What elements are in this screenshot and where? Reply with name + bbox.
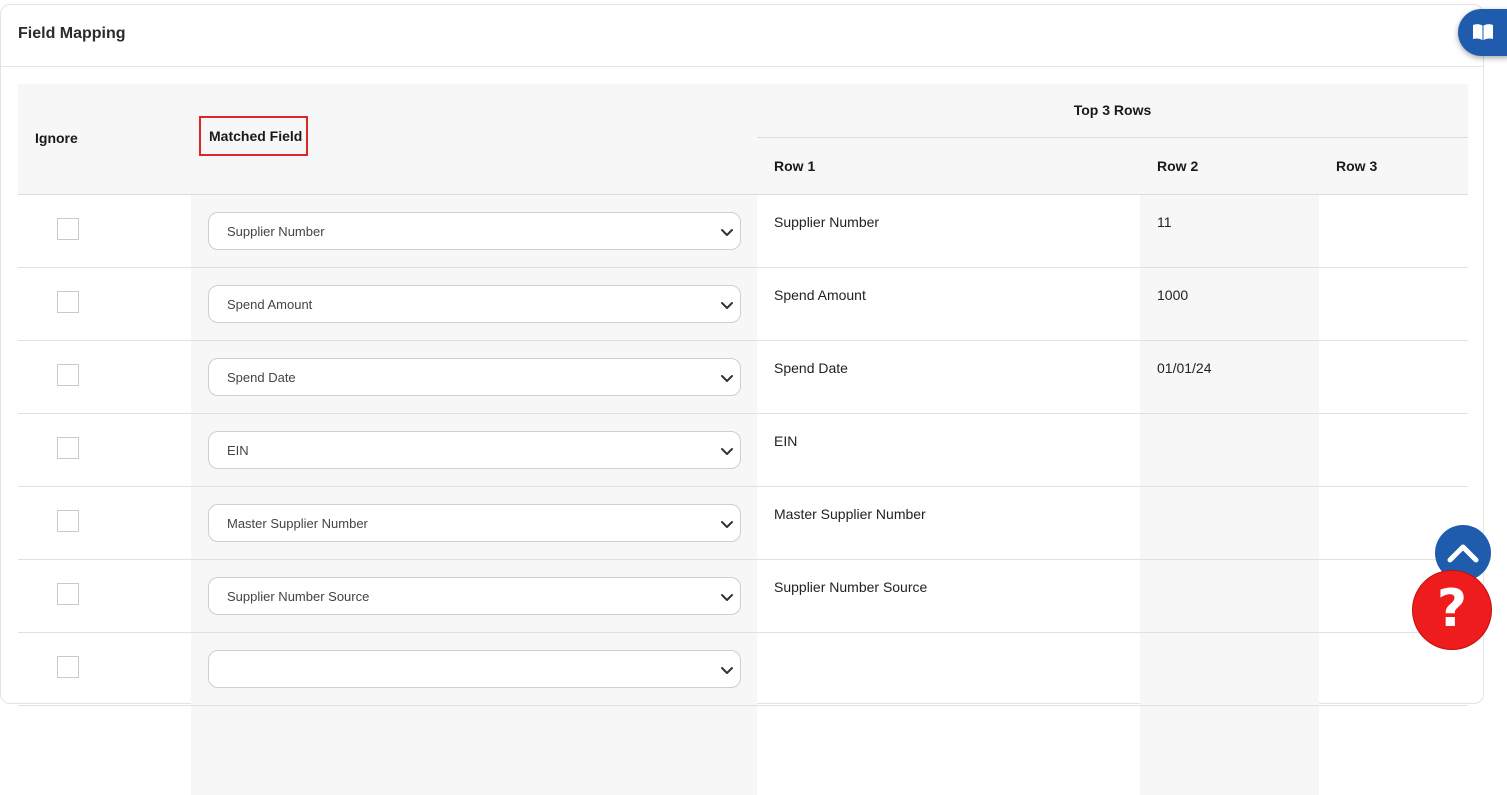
- table-row: Supplier Number Source Supplier Number So…: [18, 560, 1468, 633]
- matched-field-value: Spend Amount: [227, 297, 313, 312]
- field-mapping-table: Ignore Matched Field Top 3 Rows Row 1 Ro…: [18, 84, 1468, 795]
- matched-field-value: EIN: [227, 443, 249, 458]
- help-question-icon: ?: [1436, 579, 1468, 639]
- table-body: Supplier Number Supplier Number 11 Spend Am…: [18, 195, 1468, 795]
- row1-value: Master Supplier Number: [774, 506, 926, 522]
- header-row-3: Row 3: [1336, 158, 1378, 174]
- chevron-down-icon: [721, 667, 733, 674]
- table-row: EIN EIN: [18, 414, 1468, 487]
- ignore-checkbox[interactable]: [57, 437, 79, 459]
- chevron-down-icon: [721, 594, 733, 601]
- ignore-checkbox[interactable]: [57, 583, 79, 605]
- book-icon: [1473, 24, 1493, 40]
- header-ignore: Ignore: [35, 130, 78, 146]
- table-row: Spend Date Spend Date 01/01/24: [18, 341, 1468, 414]
- header-divider: [757, 137, 1468, 138]
- table-header: Ignore Matched Field Top 3 Rows Row 1 Ro…: [18, 84, 1468, 195]
- header-row-1: Row 1: [774, 158, 816, 174]
- ignore-checkbox[interactable]: [57, 291, 79, 313]
- table-row: Spend Amount Spend Amount 1000: [18, 268, 1468, 341]
- chevron-down-icon: [721, 302, 733, 309]
- matched-field-select[interactable]: Supplier Number Source: [208, 577, 741, 615]
- header-matched-field: Matched Field: [199, 116, 309, 156]
- matched-field-value: Spend Date: [227, 370, 296, 385]
- ignore-checkbox[interactable]: [57, 218, 79, 240]
- row2-value: 1000: [1157, 287, 1189, 303]
- table-row: Supplier Number Supplier Number 11: [18, 195, 1468, 268]
- field-mapping-panel: Field Mapping Ignore Matched Field Top 3…: [0, 4, 1484, 795]
- table-row: [18, 633, 1468, 706]
- header-row-2: Row 2: [1157, 158, 1199, 174]
- ignore-checkbox[interactable]: [57, 656, 79, 678]
- row1-value: Supplier Number: [774, 214, 880, 230]
- ignore-checkbox[interactable]: [57, 364, 79, 386]
- chevron-down-icon: [721, 375, 733, 382]
- matched-field-select[interactable]: Spend Date: [208, 358, 741, 396]
- matched-field-select[interactable]: Supplier Number: [208, 212, 741, 250]
- panel-title: Field Mapping: [18, 25, 126, 42]
- matched-field-value: Supplier Number: [227, 224, 325, 239]
- matched-field-select[interactable]: [208, 650, 741, 688]
- row1-value: EIN: [774, 433, 798, 449]
- row1-value: Supplier Number Source: [774, 579, 928, 595]
- panel-header: Field Mapping: [1, 5, 1483, 67]
- chevron-down-icon: [721, 448, 733, 455]
- matched-field-select[interactable]: EIN: [208, 431, 741, 469]
- row1-value: Spend Amount: [774, 287, 866, 303]
- table-row: Master Supplier Number Master Supplier Nu…: [18, 487, 1468, 560]
- chevron-down-icon: [721, 229, 733, 236]
- matched-field-select[interactable]: Spend Amount: [208, 285, 741, 323]
- documentation-button[interactable]: [1458, 9, 1507, 56]
- chevron-up-icon: [1447, 544, 1479, 563]
- row1-value: Spend Date: [774, 360, 848, 376]
- matched-field-select[interactable]: Master Supplier Number: [208, 504, 741, 542]
- matched-field-value: Supplier Number Source: [227, 589, 370, 604]
- ignore-checkbox[interactable]: [57, 510, 79, 532]
- help-button[interactable]: ?: [1412, 570, 1492, 650]
- row2-value: 01/01/24: [1157, 360, 1212, 376]
- matched-field-value: Master Supplier Number: [227, 516, 368, 531]
- chevron-down-icon: [721, 521, 733, 528]
- header-top-3-rows: Top 3 Rows: [1073, 102, 1152, 118]
- row2-value: 11: [1157, 214, 1172, 230]
